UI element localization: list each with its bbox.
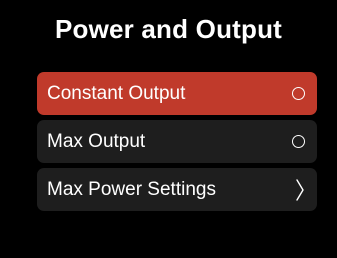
- power-output-screen: Power and Output Constant Output Max Out…: [0, 0, 337, 258]
- page-title: Power and Output: [54, 14, 283, 44]
- menu-item-max-output[interactable]: Max Output: [37, 120, 317, 163]
- radio-icon: [292, 135, 305, 148]
- menu-item-label: Constant Output: [47, 82, 186, 104]
- menu-item-max-power-settings[interactable]: Max Power Settings: [37, 168, 317, 211]
- menu-item-label: Max Output: [47, 130, 146, 152]
- chevron-right-icon: [296, 178, 304, 201]
- menu-item-label: Max Power Settings: [47, 178, 216, 200]
- radio-icon: [292, 87, 305, 100]
- menu-item-constant-output[interactable]: Constant Output: [37, 72, 317, 115]
- menu-list: Constant Output Max Output Max Power Set…: [37, 72, 317, 216]
